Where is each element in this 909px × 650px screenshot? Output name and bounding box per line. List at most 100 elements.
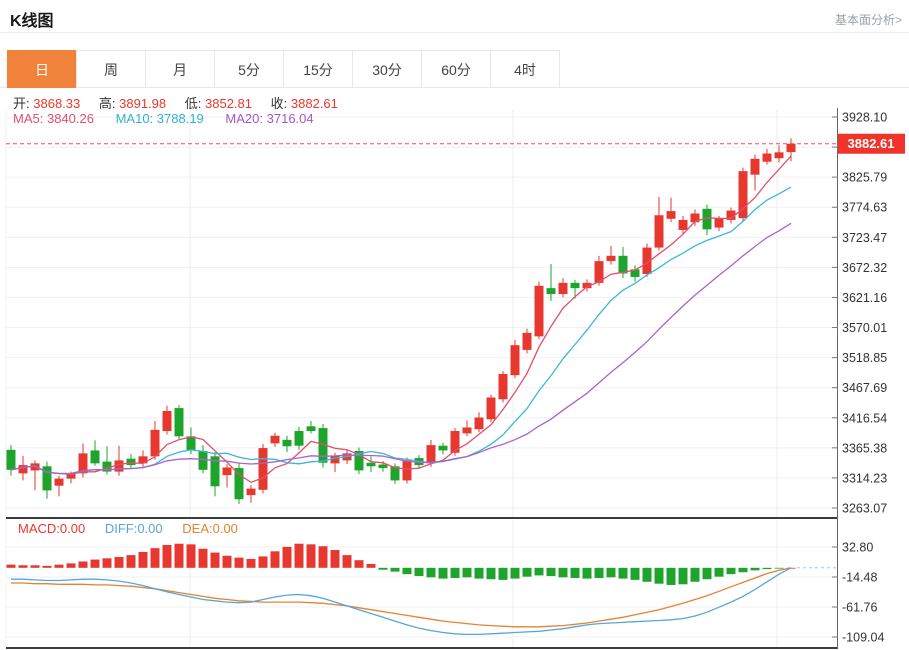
macd-bar	[259, 556, 268, 567]
macd-bar	[487, 568, 496, 579]
macd-bar	[331, 550, 340, 568]
macd-bar	[715, 568, 724, 577]
macd-bar	[415, 568, 424, 576]
svg-text:-61.76: -61.76	[842, 601, 877, 615]
ma5-line	[11, 156, 791, 482]
svg-text:3882.61: 3882.61	[848, 136, 895, 151]
macd-bar	[679, 568, 688, 584]
ma10-label: MA10:	[116, 111, 154, 126]
tab-30分[interactable]: 30分	[352, 50, 422, 88]
macd-bar	[55, 565, 64, 568]
macd-bar	[475, 568, 484, 579]
svg-text:3365.38: 3365.38	[842, 441, 887, 455]
macd-bar	[703, 568, 712, 579]
current-price-tag: 3882.61	[838, 134, 905, 154]
svg-text:3416.54: 3416.54	[842, 411, 887, 425]
ma20-label: MA20:	[225, 111, 263, 126]
macd-bar	[535, 568, 544, 576]
ma5-value: 3840.26	[47, 111, 94, 126]
svg-text:3570.01: 3570.01	[842, 321, 887, 335]
macd-bar	[283, 547, 292, 568]
svg-text:32.80: 32.80	[842, 541, 873, 555]
macd-bar	[499, 568, 508, 580]
macd-bar	[139, 552, 148, 568]
macd-bar	[91, 560, 100, 568]
macd-bar	[751, 568, 760, 571]
macd-bar	[319, 546, 328, 568]
macd-bar	[187, 544, 196, 567]
tab-15分[interactable]: 15分	[283, 50, 353, 88]
macd-label: MACD:	[18, 521, 60, 536]
macd-bar	[631, 568, 640, 580]
macd-bar	[223, 556, 232, 568]
high-label: 高:	[99, 96, 116, 111]
ma5-label: MA5:	[13, 111, 43, 126]
macd-bar	[235, 558, 244, 568]
diff-value: 0.00	[137, 521, 162, 536]
svg-text:-14.48: -14.48	[842, 571, 877, 585]
macd-bar	[379, 568, 388, 570]
svg-text:3723.47: 3723.47	[842, 231, 887, 245]
macd-bar	[295, 544, 304, 568]
low-label: 低:	[185, 96, 202, 111]
svg-text:-109.04: -109.04	[842, 631, 884, 645]
macd-bar	[427, 568, 436, 578]
macd-bar	[31, 565, 40, 568]
macd-bar	[739, 568, 748, 572]
macd-bar	[571, 568, 580, 578]
macd-bar	[523, 568, 532, 577]
macd-bar	[67, 563, 76, 567]
ma20-line	[11, 223, 791, 473]
macd-bar	[211, 553, 220, 568]
svg-text:3263.07: 3263.07	[842, 502, 887, 516]
macd-bar	[559, 568, 568, 578]
tab-月[interactable]: 月	[145, 50, 215, 88]
macd-bar	[103, 558, 112, 568]
ma10-line	[11, 187, 791, 473]
tab-5分[interactable]: 5分	[214, 50, 284, 88]
svg-text:3928.10: 3928.10	[842, 111, 887, 125]
svg-text:3314.23: 3314.23	[842, 471, 887, 485]
close-value: 3882.61	[291, 96, 338, 111]
svg-text:3621.16: 3621.16	[842, 291, 887, 305]
svg-text:3672.32: 3672.32	[842, 261, 887, 275]
macd-bar	[511, 568, 520, 579]
macd-bar	[355, 560, 364, 568]
macd-bar	[43, 566, 52, 568]
macd-bar	[79, 561, 88, 567]
tab-4时[interactable]: 4时	[490, 50, 560, 88]
ma-info-row: MA5: 3840.26 MA10: 3788.19 MA20: 3716.04	[13, 111, 314, 126]
candlesticks	[7, 138, 796, 504]
macd-bar	[727, 568, 736, 574]
tab-日[interactable]: 日	[7, 50, 77, 88]
macd-bar	[199, 549, 208, 568]
macd-bar	[115, 557, 124, 568]
macd-bar	[127, 555, 136, 568]
svg-text:3467.69: 3467.69	[842, 381, 887, 395]
dea-label: DEA:	[182, 521, 212, 536]
close-label: 收:	[271, 96, 288, 111]
open-value: 3868.33	[33, 96, 80, 111]
macd-bar	[247, 559, 256, 568]
macd-bar	[655, 568, 664, 584]
diff-label: DIFF:	[105, 521, 138, 536]
macd-bar	[547, 568, 556, 576]
macd-bar	[691, 568, 700, 582]
macd-bar	[19, 565, 28, 568]
macd-pane	[7, 544, 837, 635]
macd-bar	[619, 568, 628, 579]
ma10-value: 3788.19	[157, 111, 204, 126]
macd-bar	[451, 568, 460, 578]
macd-bar	[463, 568, 472, 578]
ma-lines	[11, 156, 791, 482]
macd-bar	[763, 568, 772, 569]
macd-bar	[439, 568, 448, 579]
price-axis-labels: 3928.103825.793774.633723.473672.323621.…	[832, 111, 887, 516]
tab-60分[interactable]: 60分	[421, 50, 491, 88]
ma20-value: 3716.04	[267, 111, 314, 126]
tab-周[interactable]: 周	[76, 50, 146, 88]
macd-bar	[607, 568, 616, 578]
low-value: 3852.81	[205, 96, 252, 111]
macd-bar	[163, 545, 172, 568]
macd-info-row: MACD:0.00 DIFF:0.00 DEA:0.00	[18, 521, 238, 536]
